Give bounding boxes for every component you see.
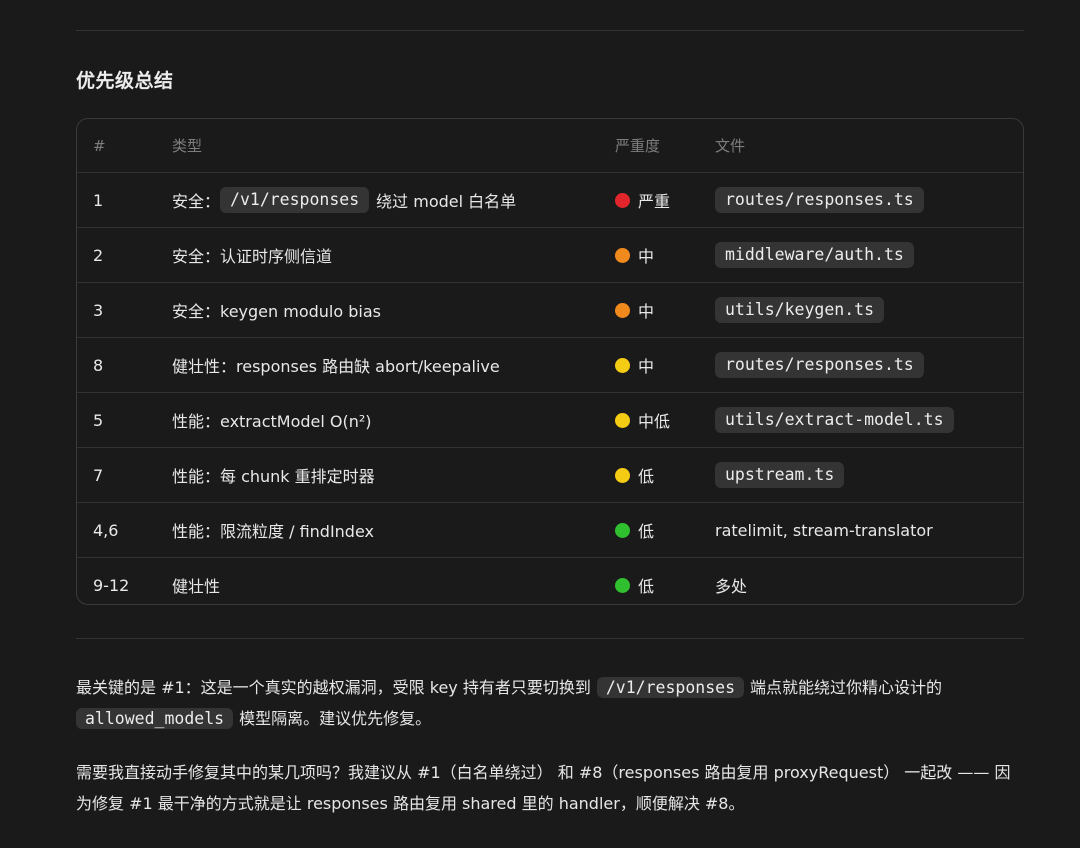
table-row: 3 安全：keygen modulo bias 中 utils/keygen.ts — [77, 283, 1023, 338]
row-severity: 低 — [615, 503, 654, 557]
middle-divider — [76, 638, 1024, 639]
row-num: 1 — [93, 190, 104, 210]
row-type-text: 性能：每 chunk 重排定时器 — [172, 467, 375, 486]
row-type-text: 健壮性 — [172, 577, 221, 596]
header-file: 文件 — [715, 137, 746, 155]
table-row: 7 性能：每 chunk 重排定时器 低 upstream.ts — [77, 448, 1023, 503]
row-type-text: 安全：认证时序侧信道 — [172, 247, 333, 266]
severity-label: 中 — [638, 302, 655, 321]
row-num: 9-12 — [93, 575, 130, 595]
row-file: ratelimit, stream-translator — [715, 503, 933, 557]
row-file-name: middleware/auth.ts — [715, 242, 914, 268]
severity-dot-icon — [615, 522, 630, 538]
row-type-text: 安全： — [172, 192, 221, 211]
row-severity: 低 — [615, 558, 655, 604]
severity-label: 中低 — [638, 412, 671, 431]
row-file-name: ratelimit, stream-translator — [715, 520, 933, 540]
row-type: 安全：/v1/responses 绕过 model 白名单 — [172, 173, 516, 227]
row-type: 性能：限流粒度 / findIndex — [172, 503, 374, 557]
severity-dot-icon — [615, 467, 630, 483]
severity-dot-icon — [615, 302, 630, 318]
row-type: 健壮性 — [172, 558, 221, 604]
row-file-name: routes/responses.ts — [715, 352, 924, 378]
severity-label: 低 — [638, 522, 655, 541]
row-file: routes/responses.ts — [715, 338, 924, 392]
summary-code-endpoint: /v1/responses — [596, 677, 744, 698]
row-severity: 中 — [615, 228, 654, 282]
row-type: 性能：extractModel O(n²) — [172, 393, 372, 447]
row-file: routes/responses.ts — [715, 173, 924, 227]
row-severity: 低 — [615, 448, 654, 502]
row-severity: 中低 — [615, 393, 670, 447]
table-row: 9-12 健壮性 低 多处 — [77, 558, 1023, 604]
row-severity: 中 — [615, 283, 654, 337]
table-row: 5 性能：extractModel O(n²) 中低 utils/extract-mo… — [77, 393, 1023, 448]
row-num: 7 — [93, 465, 104, 485]
row-type-suffix: 绕过 model 白名单 — [376, 192, 517, 211]
header-num: # — [93, 136, 106, 155]
row-type: 健壮性：responses 路由缺 abort/keepalive — [172, 338, 500, 392]
summary-paragraph: 最关键的是 #1：这是一个真实的越权漏洞，受限 key 持有者只要切换到/v1/… — [76, 672, 1026, 734]
summary-text-b: 端点就能绕过你精心设计的 — [750, 678, 943, 697]
severity-label: 低 — [638, 467, 655, 486]
row-file-name: utils/extract-model.ts — [715, 407, 954, 433]
severity-label: 严重 — [638, 192, 671, 211]
row-num: 5 — [93, 410, 104, 430]
row-file: 多处 — [715, 558, 748, 604]
severity-label: 中 — [638, 357, 655, 376]
severity-dot-icon — [615, 357, 630, 373]
page: 优先级总结 # 类型 严重度 文件 1 安全：/v1/responses 绕过 mo… — [0, 0, 1080, 848]
table-row: 8 健壮性：responses 路由缺 abort/keepalive 中 route… — [77, 338, 1023, 393]
severity-label: 中 — [638, 247, 655, 266]
row-file: middleware/auth.ts — [715, 228, 914, 282]
row-type: 安全：keygen modulo bias — [172, 283, 381, 337]
severity-dot-icon — [615, 247, 630, 263]
severity-dot-icon — [615, 192, 630, 208]
row-file-name: routes/responses.ts — [715, 187, 924, 213]
section-title: 优先级总结 — [76, 70, 174, 92]
table-row: 4,6 性能：限流粒度 / findIndex 低 ratelimit, stream… — [77, 503, 1023, 558]
row-type-text: 安全：keygen modulo bias — [172, 302, 381, 321]
table-body: 1 安全：/v1/responses 绕过 model 白名单 严重 routes/re… — [77, 173, 1023, 604]
row-type-text: 健壮性：responses 路由缺 abort/keepalive — [172, 357, 500, 376]
row-type-text: 性能：extractModel O(n²) — [172, 412, 372, 431]
row-type: 安全：认证时序侧信道 — [172, 228, 332, 282]
row-num: 3 — [93, 300, 104, 320]
row-file-name: 多处 — [715, 577, 748, 596]
summary-text-c: 模型隔离。建议优先修复。 — [239, 709, 432, 728]
suggestion-paragraph: 需要我直接动手修复其中的某几项吗？我建议从 #1（白名单绕过） 和 #8（res… — [76, 763, 1011, 813]
row-type-text: 性能：限流粒度 / findIndex — [172, 522, 374, 541]
row-severity: 中 — [615, 338, 654, 392]
table-header-row: # 类型 严重度 文件 — [77, 119, 1023, 173]
row-severity: 严重 — [615, 173, 670, 227]
severity-label: 低 — [638, 577, 655, 596]
row-file-name: upstream.ts — [715, 462, 845, 488]
priority-table: # 类型 严重度 文件 1 安全：/v1/responses 绕过 model 白名… — [76, 118, 1024, 605]
row-file-name: utils/keygen.ts — [715, 297, 885, 323]
row-file: utils/keygen.ts — [715, 283, 885, 337]
severity-dot-icon — [615, 577, 630, 593]
row-type-code: /v1/responses — [220, 187, 370, 213]
summary-code-allowed-models: allowed_models — [76, 708, 234, 729]
header-type: 类型 — [172, 137, 203, 155]
severity-dot-icon — [615, 412, 630, 428]
row-num: 4,6 — [93, 520, 119, 540]
row-type: 性能：每 chunk 重排定时器 — [172, 448, 375, 502]
row-file: utils/extract-model.ts — [715, 393, 954, 447]
row-num: 2 — [93, 245, 104, 265]
table-row: 1 安全：/v1/responses 绕过 model 白名单 严重 routes/re… — [77, 173, 1023, 228]
summary-text-a: 最关键的是 #1：这是一个真实的越权漏洞，受限 key 持有者只要切换到 — [76, 678, 591, 697]
row-file: upstream.ts — [715, 448, 845, 502]
row-num: 8 — [93, 355, 104, 375]
table-row: 2 安全：认证时序侧信道 中 middleware/auth.ts — [77, 228, 1023, 283]
top-divider — [76, 30, 1024, 31]
header-severity: 严重度 — [615, 137, 661, 155]
